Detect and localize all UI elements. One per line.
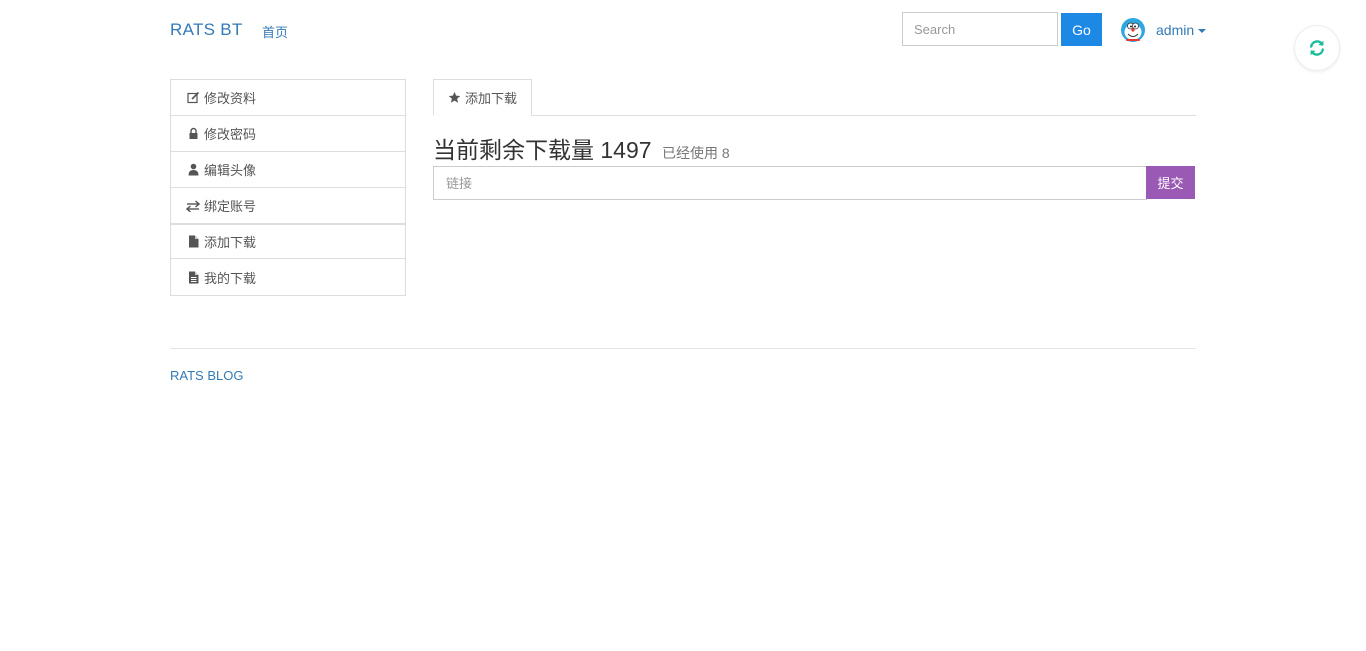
sidebar-item-label: 添加下载	[204, 235, 257, 250]
caret-down-icon	[1198, 29, 1207, 34]
tab-label: 添加下载	[465, 91, 518, 106]
go-button[interactable]: Go	[1061, 13, 1102, 46]
file-text-icon	[186, 270, 200, 284]
star-icon	[448, 91, 461, 103]
sidebar-item-my-downloads[interactable]: 我的下载	[171, 259, 405, 295]
link-input[interactable]	[433, 166, 1147, 200]
brand-link[interactable]: RATS BT	[170, 20, 243, 40]
footer-divider	[170, 348, 1196, 349]
sidebar-item-label: 绑定账号	[204, 199, 257, 214]
refresh-button[interactable]	[1294, 25, 1340, 71]
footer-blog-link[interactable]: RATS BLOG	[170, 368, 243, 383]
sidebar-item-label: 修改密码	[204, 127, 257, 142]
username-link[interactable]: admin	[1156, 22, 1207, 38]
sidebar-item-edit-avatar[interactable]: 编辑头像	[171, 152, 405, 188]
sidebar-item-label: 我的下载	[204, 270, 257, 286]
used-label: 已经使用	[661, 145, 718, 161]
sidebar-item-add-download[interactable]: 添加下载	[171, 224, 405, 259]
submit-button[interactable]: 提交	[1146, 166, 1195, 199]
exchange-icon	[186, 199, 200, 213]
user-menu[interactable]: admin	[1120, 16, 1207, 44]
file-icon	[186, 235, 200, 249]
quota-heading: 当前剩余下载量 1497 已经使用 8	[433, 131, 730, 165]
search-input[interactable]	[902, 12, 1058, 46]
sidebar-item-bind-account[interactable]: 绑定账号	[171, 188, 405, 224]
sidebar-menu: 修改资料 修改密码 编辑头像 绑定账号 添加下载 我的下载	[170, 79, 406, 296]
sidebar-item-label: 修改资料	[204, 91, 257, 106]
lock-icon	[186, 127, 200, 141]
tab-add-download[interactable]: 添加下载	[433, 79, 533, 116]
used-info: 已经使用 8	[662, 145, 730, 161]
tab-bar: 添加下载	[433, 79, 1196, 116]
quota-value: 1497	[600, 137, 652, 163]
navbar: RATS BT 首页 Go admin	[0, 0, 1366, 71]
sidebar-item-label: 编辑头像	[204, 163, 257, 178]
username-label: admin	[1156, 22, 1195, 38]
used-value: 8	[721, 145, 730, 161]
refresh-icon	[1310, 40, 1324, 56]
sidebar-item-change-password[interactable]: 修改密码	[171, 116, 405, 152]
user-icon	[186, 163, 200, 177]
nav-home-link[interactable]: 首页	[262, 22, 288, 41]
quota-label: 当前剩余下载量	[433, 137, 594, 163]
sidebar-item-edit-profile[interactable]: 修改资料	[171, 80, 405, 116]
edit-icon	[186, 91, 200, 105]
avatar[interactable]	[1120, 17, 1146, 43]
